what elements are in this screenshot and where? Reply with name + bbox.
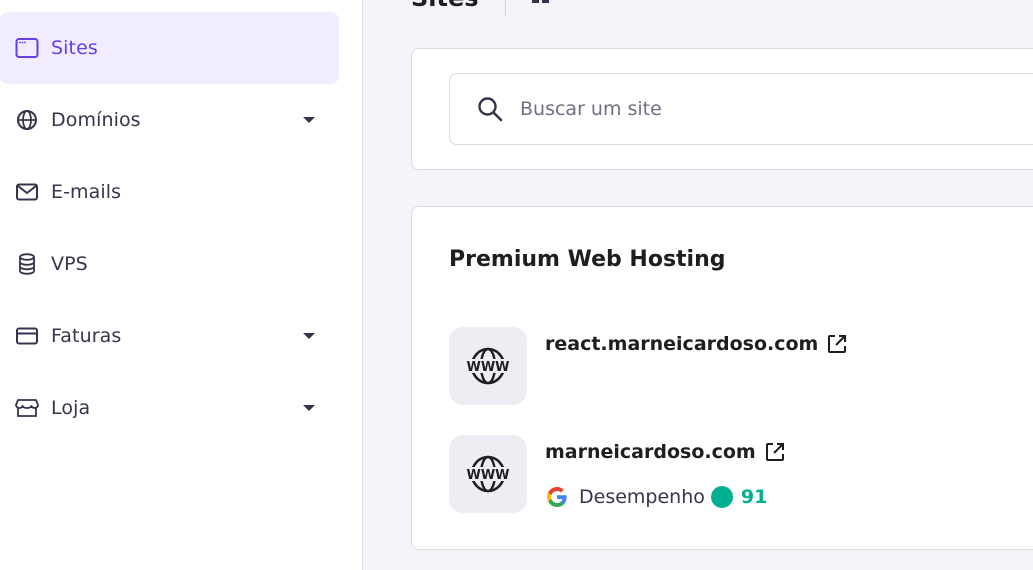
page-title: Sites [411, 0, 479, 12]
mail-icon [14, 179, 40, 205]
list-item: WWW marneicardoso.com Desempenho 91 [449, 435, 1033, 515]
hosting-card: Premium Web Hosting WWW react.marneicard… [411, 206, 1033, 550]
sidebar-item-label: E-mails [51, 181, 122, 203]
performance-label: Desempenho [579, 486, 705, 508]
sidebar-item-dominios[interactable]: Domínios [0, 84, 339, 156]
search-box[interactable] [449, 73, 1033, 145]
sidebar-item-label: Sites [51, 37, 98, 59]
sidebar-item-faturas[interactable]: Faturas [0, 300, 339, 372]
www-globe-icon: WWW [449, 327, 527, 405]
search-input[interactable] [520, 98, 1000, 120]
site-domain: marneicardoso.com [545, 441, 756, 463]
sidebar-item-label: VPS [51, 253, 88, 275]
svg-text:WWW: WWW [466, 360, 509, 375]
browser-window-icon [14, 35, 40, 61]
hosting-plan-title: Premium Web Hosting [449, 247, 726, 272]
sidebar: Sites Domínios E-mails VPS Faturas Loja [0, 0, 363, 570]
performance-score: 91 [740, 486, 768, 508]
chevron-down-icon[interactable] [303, 405, 315, 411]
site-domain-link[interactable]: marneicardoso.com [545, 441, 786, 463]
sidebar-item-loja[interactable]: Loja [0, 372, 339, 444]
divider [505, 0, 506, 16]
store-icon [14, 395, 40, 421]
sidebar-item-emails[interactable]: E-mails [0, 156, 339, 228]
sidebar-item-label: Faturas [51, 325, 122, 347]
credit-card-icon [14, 323, 40, 349]
site-domain: react.marneicardoso.com [545, 333, 819, 355]
performance-indicator[interactable]: Desempenho 91 [545, 485, 767, 509]
globe-icon [14, 107, 40, 133]
database-icon [14, 251, 40, 277]
www-globe-icon: WWW [449, 435, 527, 513]
chevron-down-icon[interactable] [303, 117, 315, 123]
grid-view-icon[interactable] [532, 0, 552, 4]
site-domain-link[interactable]: react.marneicardoso.com [545, 333, 848, 355]
sidebar-item-label: Loja [51, 397, 91, 419]
chevron-down-icon[interactable] [303, 333, 315, 339]
sidebar-item-vps[interactable]: VPS [0, 228, 339, 300]
score-status-dot [710, 486, 733, 508]
search-card [411, 48, 1033, 170]
svg-text:WWW: WWW [466, 468, 509, 483]
sidebar-item-label: Domínios [51, 109, 141, 131]
external-link-icon[interactable] [764, 441, 786, 463]
sidebar-item-sites[interactable]: Sites [0, 12, 339, 84]
list-item: WWW react.marneicardoso.com [449, 327, 1033, 407]
google-icon [545, 485, 569, 509]
search-icon [477, 96, 503, 122]
external-link-icon[interactable] [826, 333, 848, 355]
